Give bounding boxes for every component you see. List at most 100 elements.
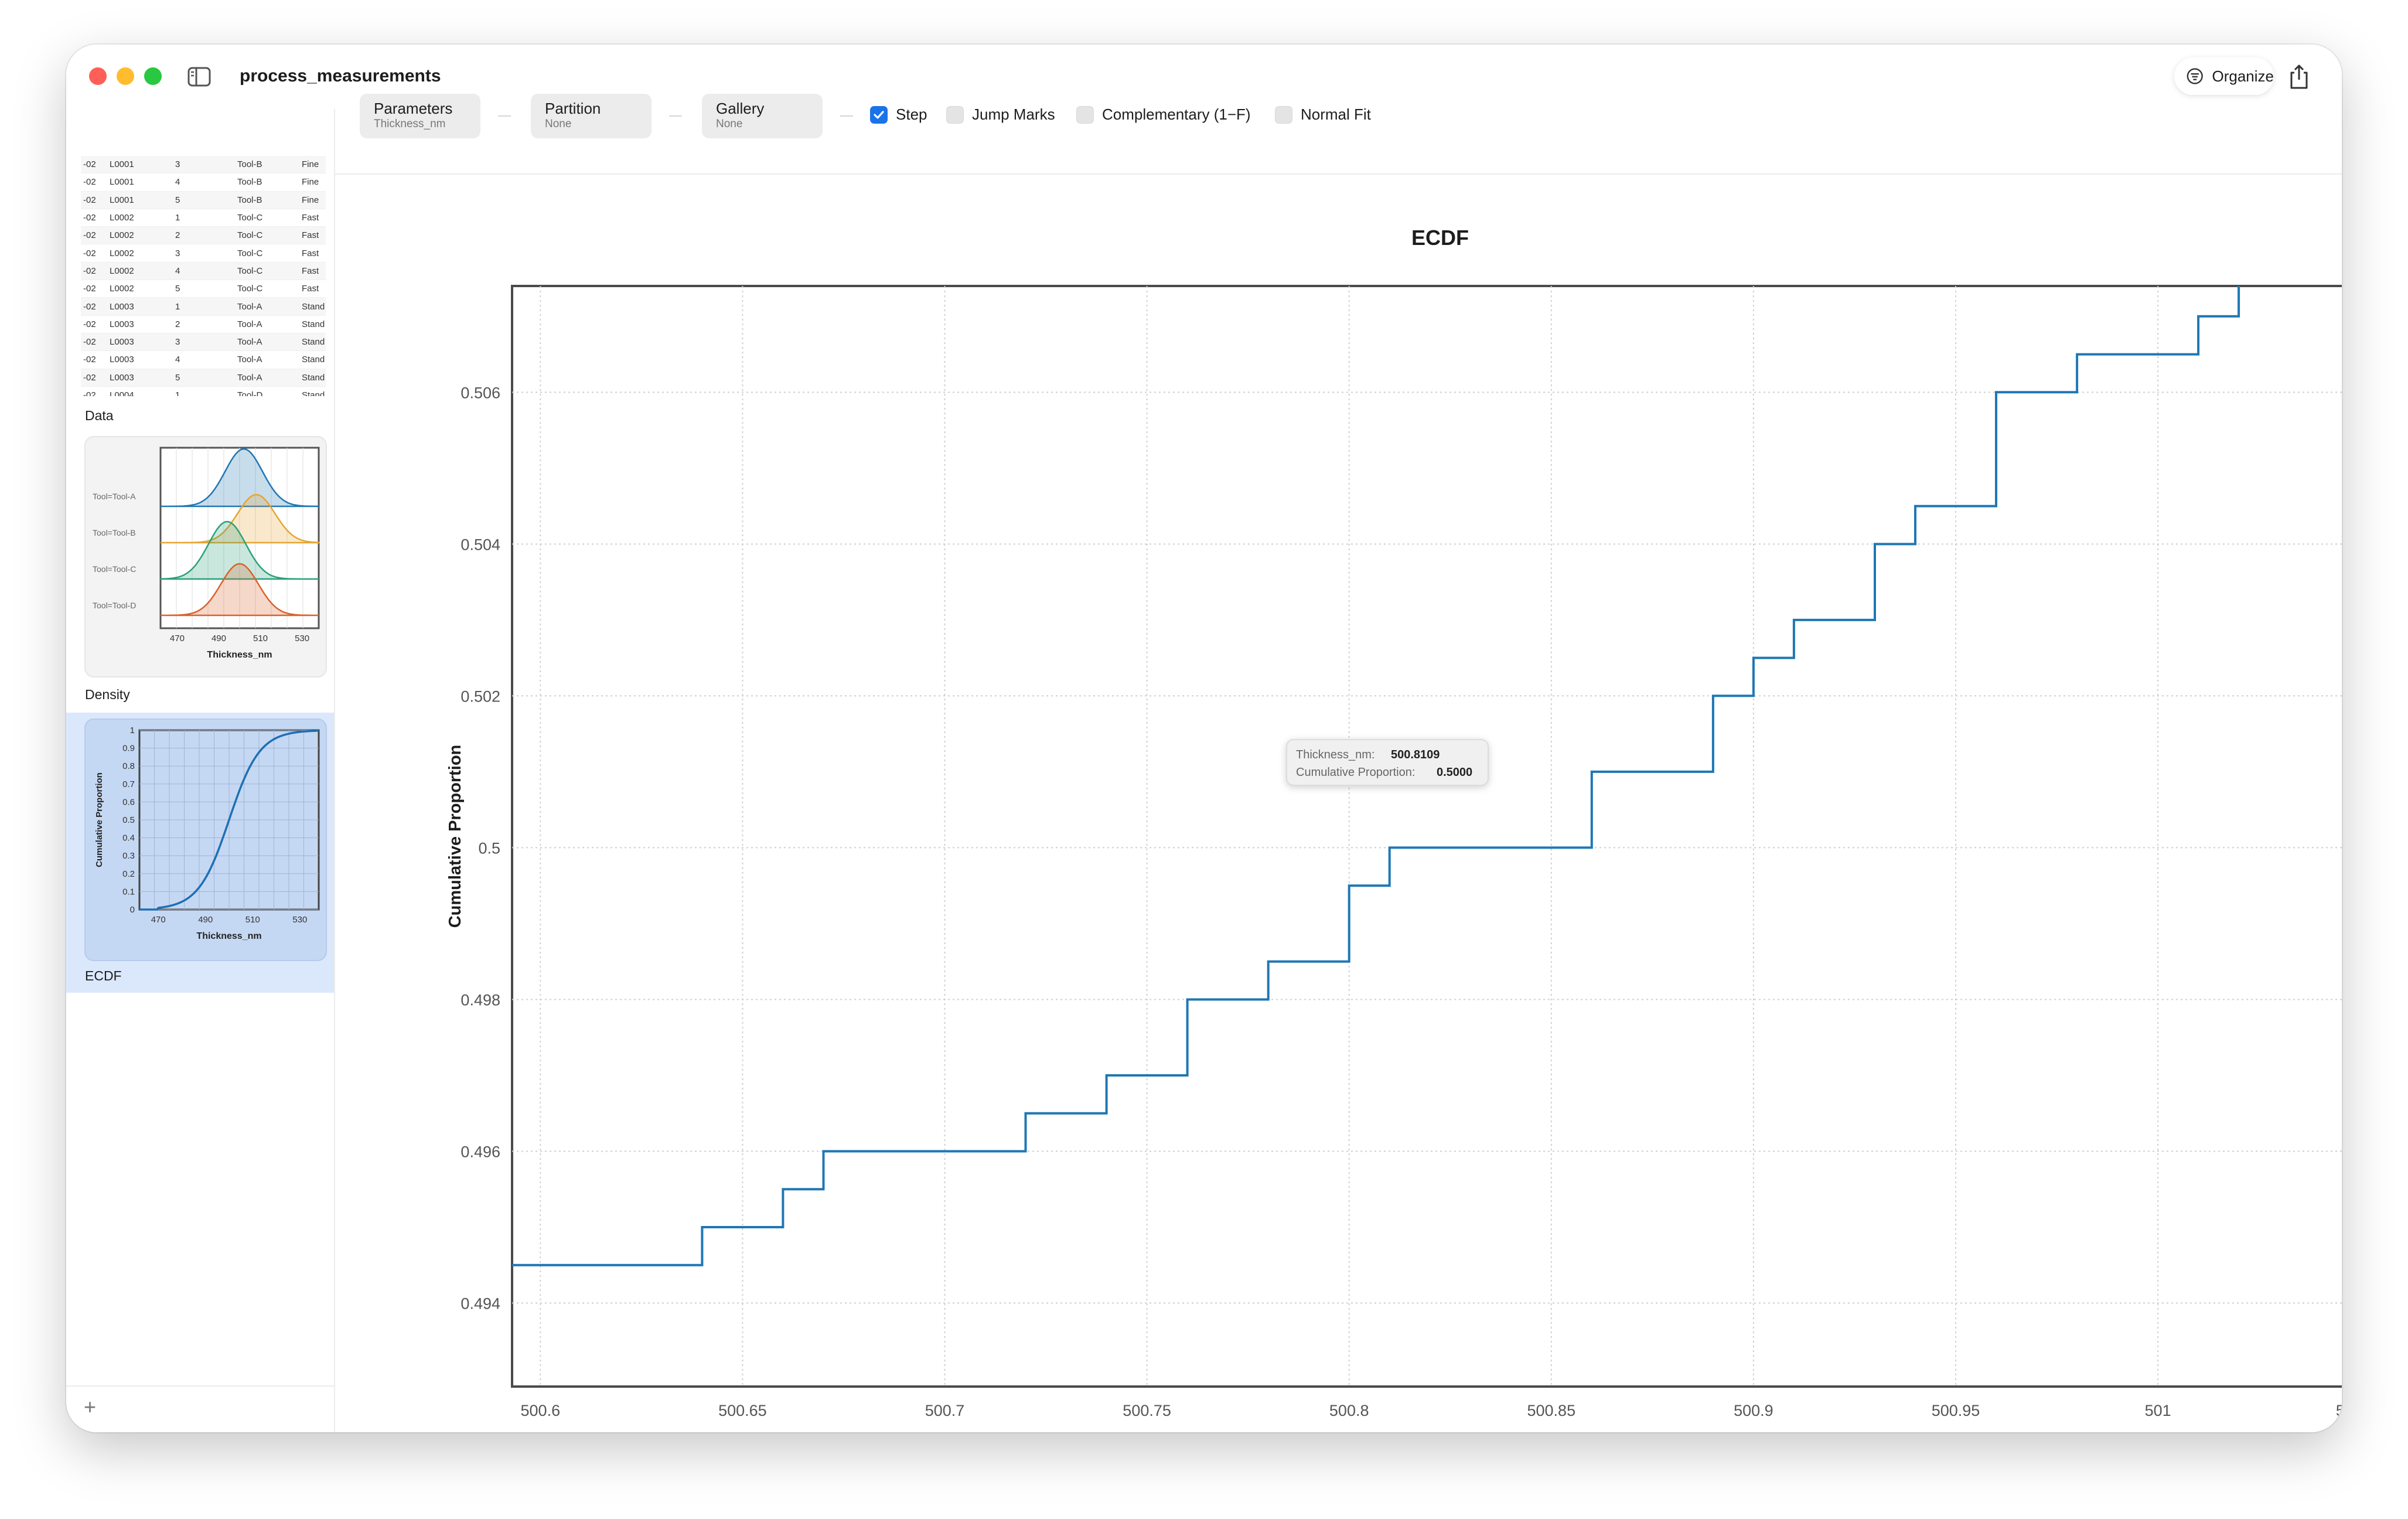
ecdf-thumb-x-axis-label: Thickness_nm [196, 931, 261, 941]
table-cell: -02 [83, 301, 96, 312]
table-cell: Tool-A [237, 301, 262, 312]
table-row: -02 L0003 3 Tool-A Stand [81, 333, 326, 352]
toolbar-separator [669, 115, 682, 117]
table-cell: -02 [83, 319, 96, 329]
table-row: -02 L0004 1 Tool-D Stand [81, 387, 326, 396]
table-cell: L0003 [110, 301, 134, 312]
parameters-value: Thickness_nm [374, 118, 446, 130]
table-cell: Stand [302, 355, 325, 365]
sidebar-toggle-icon[interactable] [187, 64, 212, 90]
ecdf-thumb-x-tick-label: 510 [245, 915, 260, 925]
table-cell: Tool-A [237, 319, 262, 329]
minimize-window-button[interactable] [117, 67, 134, 85]
complementary-checkbox[interactable]: Complementary (1−F) [1076, 105, 1251, 124]
density-thumbnail-label: Density [85, 687, 130, 702]
normal-fit-checkbox[interactable]: Normal Fit [1275, 105, 1371, 124]
parameters-selector[interactable]: Parameters Thickness_nm [360, 94, 480, 138]
table-cell: Tool-C [237, 248, 263, 258]
density-thumbnail[interactable]: Tool=Tool-A Tool=Tool-B Tool=Tool-C Tool=To… [84, 436, 327, 677]
y-tick-label: 0.504 [461, 536, 500, 553]
data-thumbnail[interactable]: -02 L0001 3 Tool-B Fine -02 L0001 4 Tool-B Fine -0… [81, 156, 326, 396]
table-cell: 1 [175, 213, 180, 223]
step-checkbox-box[interactable] [870, 105, 888, 124]
partition-selector[interactable]: Partition None [531, 94, 652, 138]
table-row: -02 L0001 5 Tool-B Fine [81, 191, 326, 209]
table-cell: 4 [175, 177, 180, 188]
checkmark-icon [874, 110, 884, 119]
jump-marks-checkbox-box[interactable] [946, 105, 964, 124]
table-row: -02 L0002 4 Tool-C Fast [81, 262, 326, 281]
step-checkbox[interactable]: Step [870, 105, 927, 124]
table-cell: -02 [83, 195, 96, 205]
table-cell: Tool-D [237, 390, 263, 396]
table-row: -02 L0003 4 Tool-A Stand [81, 351, 326, 369]
table-cell: Tool-A [237, 372, 262, 383]
ecdf-thumb-y-tick-label: 0.2 [122, 869, 135, 879]
ecdf-thumbnail-label: ECDF [85, 968, 122, 983]
sidebar: -02 L0001 3 Tool-B Fine -02 L0001 4 Tool-B Fine -0… [66, 109, 335, 1432]
table-row: -02 L0002 5 Tool-C Fast [81, 280, 326, 298]
close-window-button[interactable] [89, 67, 107, 85]
table-cell: 4 [175, 355, 180, 365]
table-cell: -02 [83, 355, 96, 365]
table-cell: Tool-B [237, 159, 262, 170]
x-tick-label: 501.05 [2336, 1402, 2342, 1419]
table-cell: L0002 [110, 265, 134, 276]
table-cell: -02 [83, 159, 96, 170]
table-cell: Tool-A [237, 337, 262, 348]
zoom-window-button[interactable] [144, 67, 162, 85]
add-button[interactable]: + [84, 1395, 96, 1419]
table-cell: L0002 [110, 284, 134, 294]
table-cell: L0004 [110, 390, 134, 396]
table-cell: Stand [302, 337, 325, 348]
ecdf-thumb-x-tick-label: 490 [198, 915, 213, 925]
table-cell: L0003 [110, 372, 134, 383]
table-cell: Fine [302, 159, 319, 170]
ecdf-thumb-x-tick-label: 470 [151, 915, 166, 925]
table-cell: Tool-C [237, 213, 263, 223]
table-cell: -02 [83, 265, 96, 276]
table-cell: Fast [302, 230, 319, 241]
table-cell: Tool-A [237, 355, 262, 365]
x-tick-label: 500.7 [925, 1402, 965, 1419]
normal-fit-checkbox-box[interactable] [1275, 105, 1292, 124]
chart-title: ECDF [1411, 226, 1469, 250]
table-row: -02 L0002 3 Tool-C Fast [81, 244, 326, 263]
density-group-label: Tool=Tool-D [93, 601, 136, 610]
ecdf-thumb-y-tick-label: 0.1 [122, 887, 135, 897]
table-cell: Tool-C [237, 265, 263, 276]
x-tick-label: 500.6 [521, 1402, 561, 1419]
table-cell: -02 [83, 390, 96, 396]
table-cell: -02 [83, 213, 96, 223]
parameters-label: Parameters [374, 100, 453, 117]
data-thumbnail-label: Data [85, 408, 114, 423]
complementary-checkbox-box[interactable] [1076, 105, 1094, 124]
ecdf-chart[interactable]: ECDF 500.6 500.65 500.7 500.75 500.8 500.85 500… [335, 175, 2342, 1432]
x-tick-label: 500.9 [1734, 1402, 1773, 1419]
share-icon[interactable] [2286, 62, 2313, 91]
ecdf-thumbnail[interactable]: 0 0.1 0.2 0.3 0.4 0.5 0.6 0.7 0.8 0.9 1 470 490 510 53… [84, 718, 327, 961]
density-x-tick-label: 470 [170, 634, 185, 643]
table-cell: L0003 [110, 337, 134, 348]
table-cell: L0002 [110, 230, 134, 241]
density-group-label: Tool=Tool-A [93, 492, 136, 501]
jump-marks-checkbox[interactable]: Jump Marks [946, 105, 1055, 124]
toolbar-separator [498, 115, 511, 117]
gallery-selector[interactable]: Gallery None [702, 94, 823, 138]
table-cell: 5 [175, 284, 180, 294]
table-cell: Tool-C [237, 230, 263, 241]
table-cell: 3 [175, 337, 180, 348]
organize-label: Organize [2212, 67, 2274, 85]
ecdf-thumb-y-tick-label: 0.9 [122, 744, 135, 754]
plot-frame [511, 285, 2342, 1388]
table-cell: 5 [175, 372, 180, 383]
x-tick-label: 500.75 [1123, 1402, 1171, 1419]
partition-label: Partition [545, 100, 601, 117]
ecdf-thumb-y-axis-label: Cumulative Proportion [94, 772, 104, 867]
table-cell: Fine [302, 195, 319, 205]
table-cell: Fast [302, 248, 319, 258]
tooltip-y-value: 0.5000 [1437, 766, 1472, 779]
table-cell: L0002 [110, 213, 134, 223]
table-cell: Fast [302, 265, 319, 276]
organize-button[interactable]: Organize [2174, 57, 2274, 95]
